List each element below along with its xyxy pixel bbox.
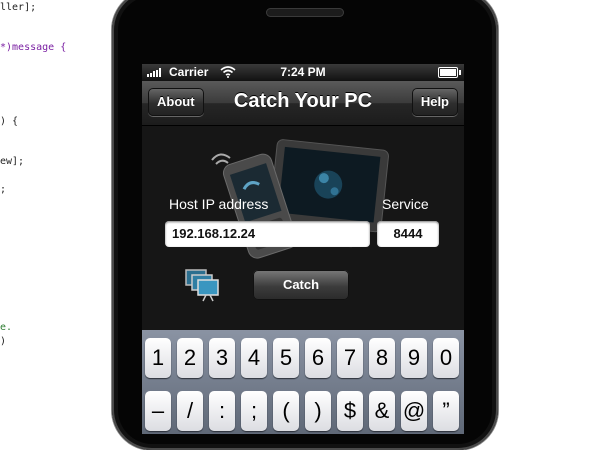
navigation-bar: About Catch Your PC Help (142, 81, 464, 126)
key-8[interactable]: 8 (369, 338, 395, 378)
key-slash[interactable]: / (177, 391, 203, 431)
phone-screen: Carrier 7:24 PM About Catch Your PC Help (142, 64, 464, 434)
key-semicolon[interactable]: ; (241, 391, 267, 431)
key-6[interactable]: 6 (305, 338, 331, 378)
code-line: ller]; (0, 2, 37, 13)
catch-button[interactable]: Catch (253, 270, 349, 300)
code-line: ; (0, 184, 7, 195)
service-label: Service (382, 196, 429, 212)
code-line: ) { (0, 116, 19, 127)
battery-icon (438, 67, 461, 78)
key-quote[interactable]: ” (433, 391, 459, 431)
key-1[interactable]: 1 (145, 338, 171, 378)
host-ip-label: Host IP address (169, 196, 269, 212)
key-close-paren[interactable]: ) (305, 391, 331, 431)
code-line: *)message { (0, 42, 67, 53)
key-3[interactable]: 3 (209, 338, 235, 378)
code-line: e. (0, 322, 13, 333)
key-ampersand[interactable]: & (369, 391, 395, 431)
numeric-keyboard: 1 2 3 4 5 6 7 8 9 0 – / : ; ( ) $ & @ ” (142, 330, 464, 434)
battery-level (440, 69, 456, 76)
key-4[interactable]: 4 (241, 338, 267, 378)
main-content: Host IP address Service 192.168.12.24 84… (142, 126, 464, 330)
code-line: ) (0, 336, 7, 347)
earpiece-speaker (266, 8, 344, 17)
clock-time: 7:24 PM (280, 65, 326, 79)
key-dash[interactable]: – (145, 391, 171, 431)
key-dollar[interactable]: $ (337, 391, 363, 431)
iphone-frame: Carrier 7:24 PM About Catch Your PC Help (112, 0, 498, 450)
host-ip-input[interactable]: 192.168.12.24 (165, 221, 370, 247)
key-7[interactable]: 7 (337, 338, 363, 378)
status-bar: Carrier 7:24 PM (142, 64, 464, 81)
key-9[interactable]: 9 (401, 338, 427, 378)
key-0[interactable]: 0 (433, 338, 459, 378)
service-port-input[interactable]: 8444 (377, 221, 439, 247)
code-line: ew]; (0, 156, 25, 167)
multiple-monitors-icon (185, 269, 219, 302)
key-colon[interactable]: : (209, 391, 235, 431)
key-open-paren[interactable]: ( (273, 391, 299, 431)
help-button[interactable]: Help (411, 88, 458, 116)
key-at[interactable]: @ (401, 391, 427, 431)
key-2[interactable]: 2 (177, 338, 203, 378)
key-5[interactable]: 5 (273, 338, 299, 378)
